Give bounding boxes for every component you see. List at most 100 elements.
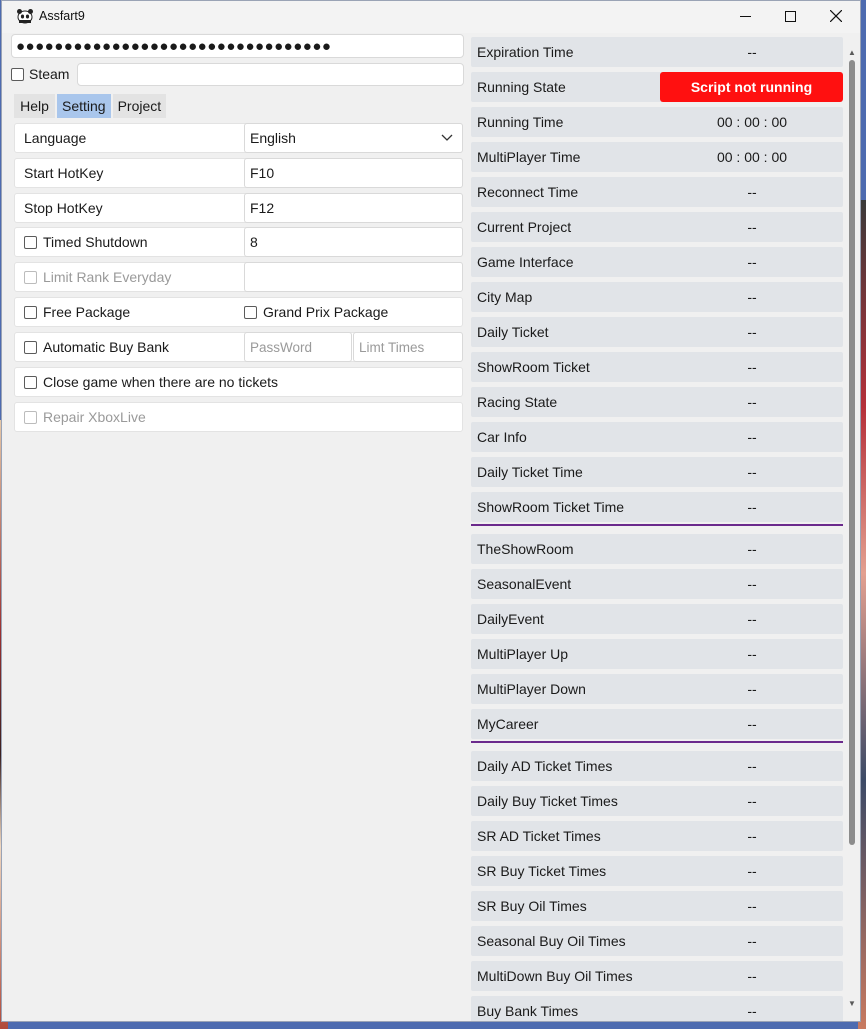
status-row: Game Interface -- bbox=[471, 247, 843, 277]
steam-label: Steam bbox=[29, 66, 70, 82]
status-row: Seasonal Buy Oil Times -- bbox=[471, 926, 843, 956]
free-package-checkbox-label[interactable]: Free Package bbox=[24, 298, 130, 326]
language-row: Language English bbox=[14, 123, 463, 153]
status-row: SR Buy Ticket Times -- bbox=[471, 856, 843, 886]
timed-shutdown-checkbox[interactable] bbox=[24, 235, 37, 249]
grand-prix-label: Grand Prix Package bbox=[263, 304, 389, 320]
tab-project[interactable]: Project bbox=[112, 94, 167, 118]
status-key: Seasonal Buy Oil Times bbox=[477, 933, 626, 949]
status-key: Daily Ticket Time bbox=[477, 464, 583, 480]
limit-rank-label: Limit Rank Everyday bbox=[43, 269, 172, 285]
status-row: ShowRoom Ticket -- bbox=[471, 352, 843, 382]
status-value: -- bbox=[747, 324, 757, 340]
status-row: Car Info -- bbox=[471, 422, 843, 452]
status-row: MultiPlayer Down -- bbox=[471, 674, 843, 704]
status-key: SR AD Ticket Times bbox=[477, 828, 601, 844]
limit-rank-checkbox bbox=[24, 270, 37, 284]
status-value: 00 : 00 : 00 bbox=[716, 149, 788, 165]
status-value: -- bbox=[747, 933, 757, 949]
status-row: Expiration Time -- bbox=[471, 37, 843, 67]
minimize-icon bbox=[739, 15, 751, 17]
grand-prix-checkbox[interactable] bbox=[244, 305, 257, 319]
timed-shutdown-input[interactable]: 8 bbox=[244, 227, 463, 257]
steam-input[interactable] bbox=[77, 63, 464, 86]
auto-buy-bank-checkbox[interactable] bbox=[24, 340, 37, 354]
status-scrollbar[interactable]: ▲ ▼ bbox=[847, 34, 857, 1021]
status-key: Buy Bank Times bbox=[477, 1003, 579, 1019]
status-key: SR Buy Oil Times bbox=[477, 898, 587, 914]
status-value: -- bbox=[747, 681, 757, 697]
status-key: Daily Ticket bbox=[477, 324, 549, 340]
status-row: MyCareer -- bbox=[471, 709, 843, 739]
status-row: MultiPlayer Time 00 : 00 : 00 bbox=[471, 142, 843, 172]
scrollbar-thumb[interactable] bbox=[849, 60, 855, 845]
status-key: MultiPlayer Time bbox=[477, 149, 581, 165]
title-bar[interactable]: Assfart9 bbox=[2, 1, 860, 33]
status-key: MyCareer bbox=[477, 716, 539, 732]
steam-checkbox[interactable] bbox=[11, 67, 24, 81]
close-game-checkbox-label[interactable]: Close game when there are no tickets bbox=[24, 368, 278, 396]
status-value: -- bbox=[747, 464, 757, 480]
tab-bar: Help Setting Project bbox=[14, 94, 168, 118]
status-key: Reconnect Time bbox=[477, 184, 579, 200]
status-key: Daily AD Ticket Times bbox=[477, 758, 613, 774]
status-value: -- bbox=[747, 576, 757, 592]
steam-checkbox-row[interactable]: Steam bbox=[11, 63, 69, 85]
status-key: Game Interface bbox=[477, 254, 574, 270]
status-key: Running State bbox=[477, 79, 566, 95]
status-panel[interactable]: Expiration Time -- Running State Script not… bbox=[471, 34, 845, 1021]
repair-xbox-label: Repair XboxLive bbox=[43, 409, 146, 425]
minimize-button[interactable] bbox=[722, 1, 768, 31]
status-value: -- bbox=[747, 394, 757, 410]
status-key: MultiPlayer Up bbox=[477, 646, 569, 662]
start-hotkey-input[interactable]: F10 bbox=[244, 158, 463, 188]
status-row: Daily AD Ticket Times -- bbox=[471, 751, 843, 781]
status-value: -- bbox=[747, 184, 757, 200]
auto-buy-bank-row: Automatic Buy Bank PassWord Limt Times bbox=[14, 332, 463, 362]
status-row: TheShowRoom -- bbox=[471, 534, 843, 564]
status-key: Racing State bbox=[477, 394, 558, 410]
free-package-checkbox[interactable] bbox=[24, 305, 37, 319]
status-row: Daily Buy Ticket Times -- bbox=[471, 786, 843, 816]
close-game-checkbox[interactable] bbox=[24, 375, 37, 389]
limit-rank-input[interactable] bbox=[244, 262, 463, 292]
bank-password-input[interactable]: PassWord bbox=[244, 332, 352, 362]
status-key: Running Time bbox=[477, 114, 564, 130]
grand-prix-checkbox-label[interactable]: Grand Prix Package bbox=[244, 298, 388, 326]
status-value: 00 : 00 : 00 bbox=[716, 114, 788, 130]
repair-xbox-checkbox bbox=[24, 410, 37, 424]
auto-buy-bank-checkbox-label[interactable]: Automatic Buy Bank bbox=[24, 333, 169, 361]
status-value: -- bbox=[747, 793, 757, 809]
running-state-badge: Script not running bbox=[660, 72, 843, 102]
close-button[interactable] bbox=[813, 1, 859, 31]
status-key: TheShowRoom bbox=[477, 541, 574, 557]
tab-setting[interactable]: Setting bbox=[57, 94, 111, 118]
status-value: -- bbox=[747, 898, 757, 914]
start-hotkey-row: Start HotKey F10 bbox=[14, 158, 463, 188]
status-row: City Map -- bbox=[471, 282, 843, 312]
stop-hotkey-label: Stop HotKey bbox=[24, 200, 103, 216]
repair-xbox-checkbox-label: Repair XboxLive bbox=[24, 403, 146, 431]
status-value: -- bbox=[747, 219, 757, 235]
status-row: Daily Ticket Time -- bbox=[471, 457, 843, 487]
status-value: -- bbox=[747, 359, 757, 375]
status-key: DailyEvent bbox=[477, 611, 544, 627]
close-game-label: Close game when there are no tickets bbox=[43, 374, 279, 390]
limit-times-input[interactable]: Limt Times bbox=[353, 332, 463, 362]
scroll-up-arrow-icon[interactable]: ▲ bbox=[847, 46, 857, 58]
maximize-button[interactable] bbox=[767, 1, 813, 31]
status-value: -- bbox=[747, 541, 757, 557]
status-value: -- bbox=[747, 646, 757, 662]
language-select[interactable]: English bbox=[244, 123, 463, 153]
stop-hotkey-input[interactable]: F12 bbox=[244, 193, 463, 223]
status-value: -- bbox=[747, 44, 757, 60]
timed-shutdown-checkbox-label[interactable]: Timed Shutdown bbox=[24, 228, 148, 256]
repair-xbox-row: Repair XboxLive bbox=[14, 402, 463, 432]
status-row: Buy Bank Times -- bbox=[471, 996, 843, 1021]
stop-hotkey-row: Stop HotKey F12 bbox=[14, 193, 463, 223]
scroll-down-arrow-icon[interactable]: ▼ bbox=[847, 997, 857, 1009]
tab-help[interactable]: Help bbox=[14, 94, 55, 118]
language-value: English bbox=[250, 130, 296, 146]
section-divider bbox=[471, 524, 843, 526]
password-field[interactable]: ●●●●●●●●●●●●●●●●●●●●●●●●●●●●●●●●● bbox=[11, 34, 464, 58]
